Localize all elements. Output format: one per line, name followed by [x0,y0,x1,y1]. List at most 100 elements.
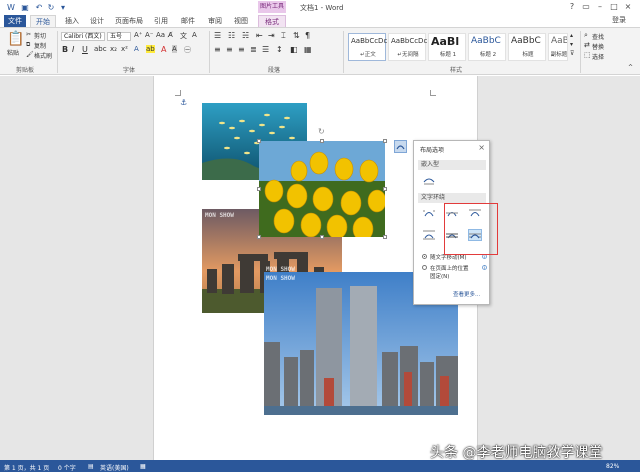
resize-handle[interactable] [383,235,387,239]
move-with-text-radio[interactable] [422,254,427,259]
wrap-square-option[interactable] [422,207,436,219]
subscript-icon[interactable]: x₂ [110,45,117,53]
proofing-icon[interactable]: ▤ [88,463,94,470]
change-case-icon[interactable]: Aa [156,31,165,39]
justify-icon[interactable]: ≣ [250,45,257,54]
cut-button[interactable]: 剪切 [34,31,46,40]
align-right-icon[interactable]: ≡ [238,45,245,54]
paste-icon[interactable]: 📋 [7,31,24,47]
resize-handle[interactable] [320,139,324,143]
line-spacing-icon[interactable]: ↕ [276,45,283,54]
text-effects-icon[interactable]: A [134,45,139,53]
borders-icon[interactable]: ▦ [304,45,312,54]
chinese-layout-icon[interactable]: ⌶ [281,31,286,41]
tab-format[interactable]: 格式 [258,15,286,27]
tab-page-layout[interactable]: 页面布局 [112,15,146,27]
language-indicator[interactable]: 英语(美国) [100,463,129,472]
align-center-icon[interactable]: ≡ [226,45,233,54]
tab-mailings[interactable]: 邮件 [176,15,200,27]
resize-handle[interactable] [257,139,261,143]
fix-position-radio[interactable] [422,265,427,270]
close-icon[interactable]: × [622,2,634,12]
resize-handle[interactable] [257,235,261,239]
replace-icon[interactable]: ⇄ [584,41,590,49]
underline-icon[interactable]: U [82,45,88,54]
select-icon[interactable]: ⬚ [584,51,591,59]
align-left-icon[interactable]: ≡ [214,45,221,54]
undo-icon[interactable]: ↶ [34,2,44,12]
rotate-handle-icon[interactable]: ↻ [318,127,325,136]
font-size-select[interactable]: 五号 [107,32,131,41]
redo-icon[interactable]: ↻ [46,2,56,12]
info-icon[interactable]: i [482,265,487,270]
help-icon[interactable]: ? [566,2,578,12]
word-count[interactable]: 0 个字 [58,463,76,472]
show-marks-icon[interactable]: ¶ [305,31,310,40]
italic-icon[interactable]: I [72,45,74,54]
maximize-icon[interactable]: □ [608,2,620,12]
sort-icon[interactable]: ⇅ [293,31,300,40]
superscript-icon[interactable]: x² [121,45,128,53]
collapse-ribbon-icon[interactable]: ^ [628,64,633,71]
save-icon[interactable]: ▣ [20,2,30,12]
wrap-top-bottom-option[interactable] [422,229,436,241]
find-button[interactable]: 查找 [592,32,604,41]
minimize-icon[interactable]: – [594,2,606,12]
page-count[interactable]: 第 1 页，共 1 页 [4,463,49,472]
ribbon-display-icon[interactable]: ▭ [580,2,592,12]
decrease-indent-icon[interactable]: ⇤ [256,31,263,40]
style-heading-2[interactable]: AaBbC 标题 2 [468,33,506,61]
highlight-icon[interactable]: ab [146,45,155,53]
bold-icon[interactable]: B [62,45,68,54]
enclose-char-icon[interactable]: ㊀ [184,45,191,55]
customize-qat-icon[interactable]: ▾ [58,2,68,12]
format-painter-icon[interactable]: 🖌 [26,51,34,58]
shading-icon[interactable]: ◧ [290,45,298,54]
format-painter-button[interactable]: 格式刷 [34,51,52,60]
style-heading-1[interactable]: AaBl 标题 1 [428,33,466,61]
tab-insert[interactable]: 插入 [60,15,84,27]
copy-icon[interactable]: ⧉ [26,41,30,49]
resize-handle[interactable] [320,235,324,239]
char-shading-icon[interactable]: A [172,45,177,53]
login-link[interactable]: 登录 [612,15,626,25]
styles-scroll-down-icon[interactable]: ▾ [570,41,573,48]
resize-handle[interactable] [383,187,387,191]
clear-format-icon[interactable]: A̸ [168,31,173,39]
image-tulips[interactable] [259,141,385,237]
grow-font-icon[interactable]: A⁺ [134,31,142,39]
wrap-inline-option[interactable] [422,174,436,186]
tab-references[interactable]: 引用 [150,15,172,27]
tab-file[interactable]: 文件 [4,15,26,27]
style-normal[interactable]: AaBbCcDc ↵正文 [348,33,387,61]
macro-icon[interactable]: ▦ [140,463,146,470]
style-no-spacing[interactable]: AaBbCcDc ↵无间隔 [388,33,427,61]
replace-button[interactable]: 替换 [592,42,604,51]
copy-button[interactable]: 复制 [34,41,46,50]
close-icon[interactable]: × [478,143,485,152]
distributed-icon[interactable]: ☰ [262,45,269,54]
numbering-icon[interactable]: ☷ [228,31,235,40]
see-more-link[interactable]: 查看更多... [453,290,480,298]
strikethrough-icon[interactable]: abc [94,45,107,53]
cut-icon[interactable]: ✂ [26,31,31,38]
font-name-select[interactable]: Calibri (西文) [61,32,105,41]
paste-button[interactable]: 粘贴 [7,48,19,57]
styles-scroll-up-icon[interactable]: ▴ [570,32,573,39]
tab-view[interactable]: 视图 [230,15,252,27]
style-subtitle[interactable]: AaBbC 副标题 [548,33,568,61]
select-button[interactable]: 选择 [592,52,604,61]
phonetic-icon[interactable]: 文 [180,31,187,41]
bullets-icon[interactable]: ☰ [214,31,221,40]
zoom-level[interactable]: 82% [606,463,619,470]
find-icon[interactable]: ⌕ [584,31,588,40]
tab-review[interactable]: 审阅 [204,15,226,27]
layout-options-button[interactable] [394,140,407,153]
styles-more-icon[interactable]: ⊽ [570,50,574,57]
multilevel-list-icon[interactable]: ☵ [242,31,249,40]
style-title[interactable]: AaBbC 标题 [508,33,546,61]
font-color-icon[interactable]: A [161,45,166,54]
resize-handle[interactable] [383,139,387,143]
increase-indent-icon[interactable]: ⇥ [268,31,275,40]
resize-handle[interactable] [257,187,261,191]
